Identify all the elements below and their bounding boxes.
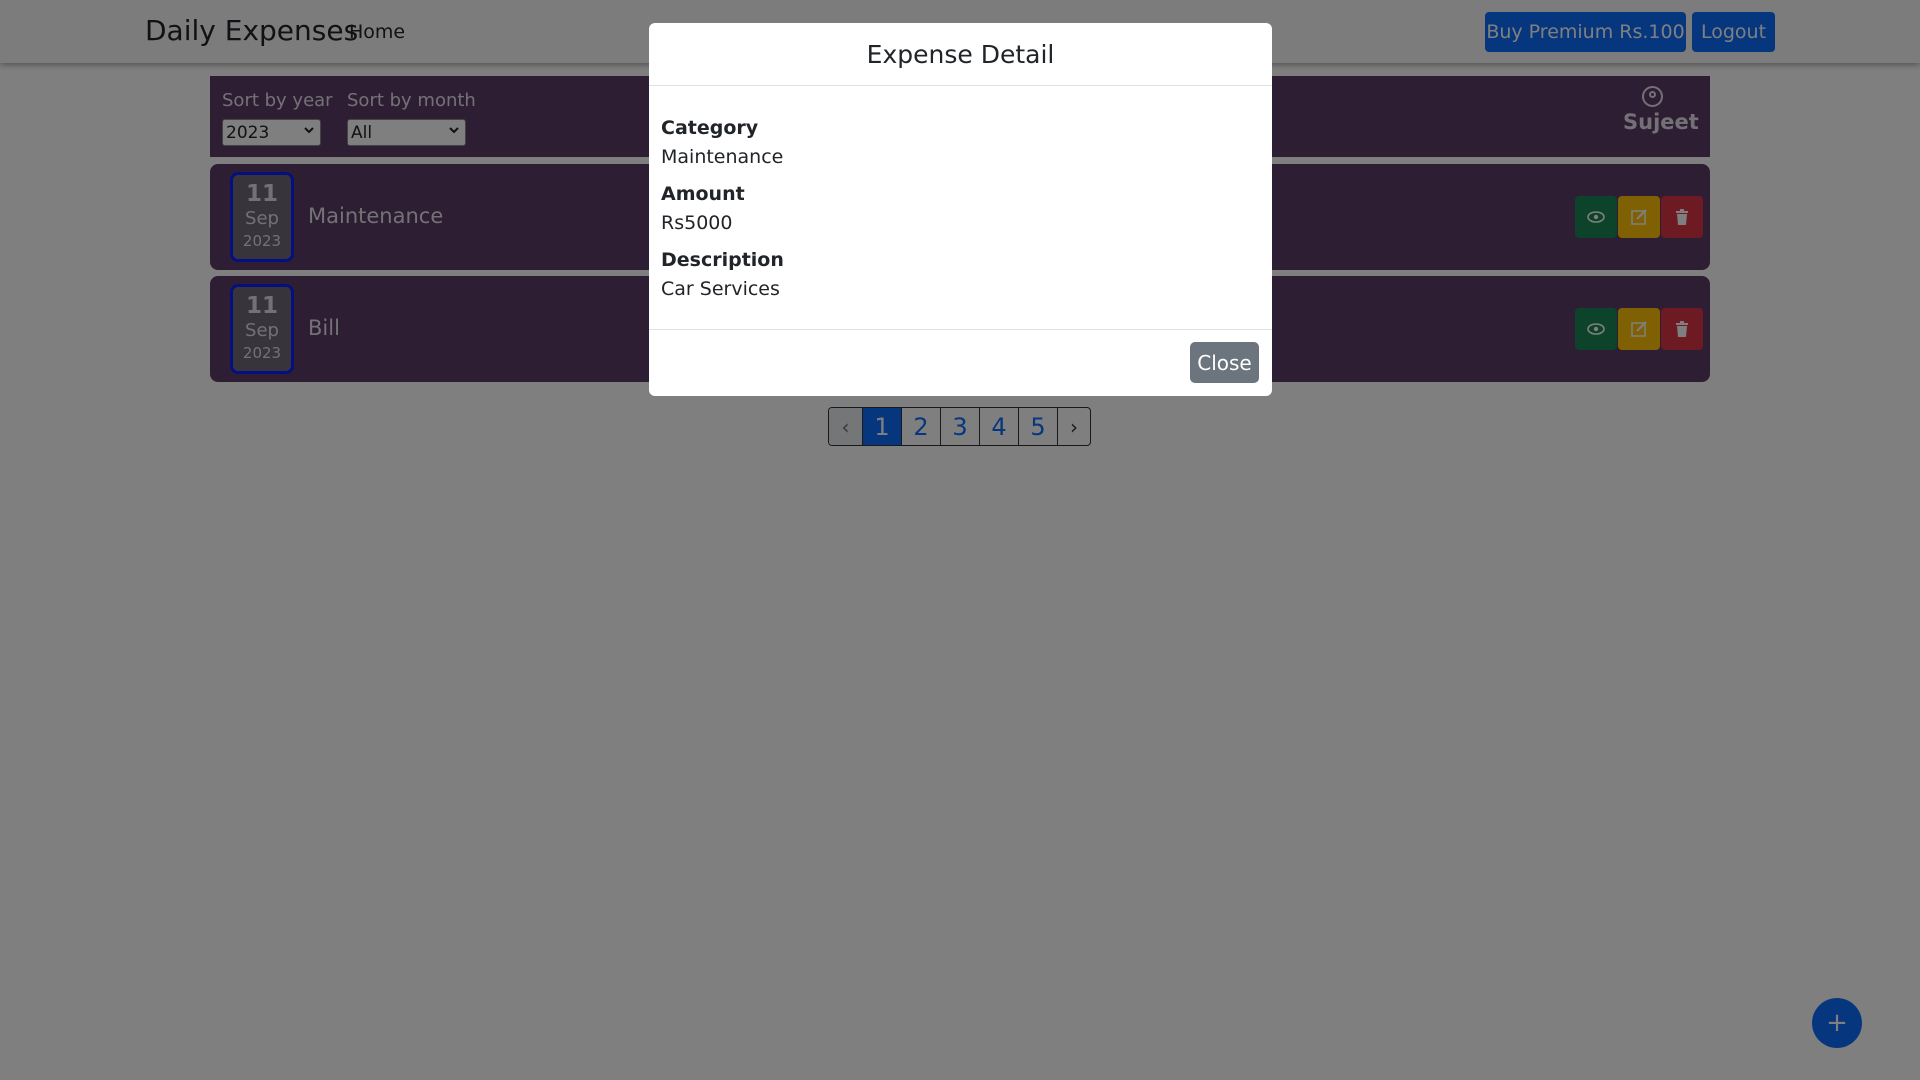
- expense-detail-modal: Expense Detail Category Maintenance Amou…: [649, 23, 1272, 396]
- category-label: Category: [661, 117, 759, 139]
- modal-body: Category Maintenance Amount Rs5000 Descr…: [661, 114, 1259, 312]
- modal-title: Expense Detail: [866, 39, 1055, 69]
- description-value: Car Services: [661, 278, 780, 300]
- modal-footer: Close: [649, 329, 1272, 396]
- amount-value: Rs5000: [661, 212, 733, 234]
- category-value: Maintenance: [661, 146, 784, 168]
- modal-header: Expense Detail: [649, 23, 1272, 86]
- close-button[interactable]: Close: [1190, 342, 1259, 383]
- amount-label: Amount: [661, 183, 745, 205]
- description-label: Description: [661, 249, 784, 271]
